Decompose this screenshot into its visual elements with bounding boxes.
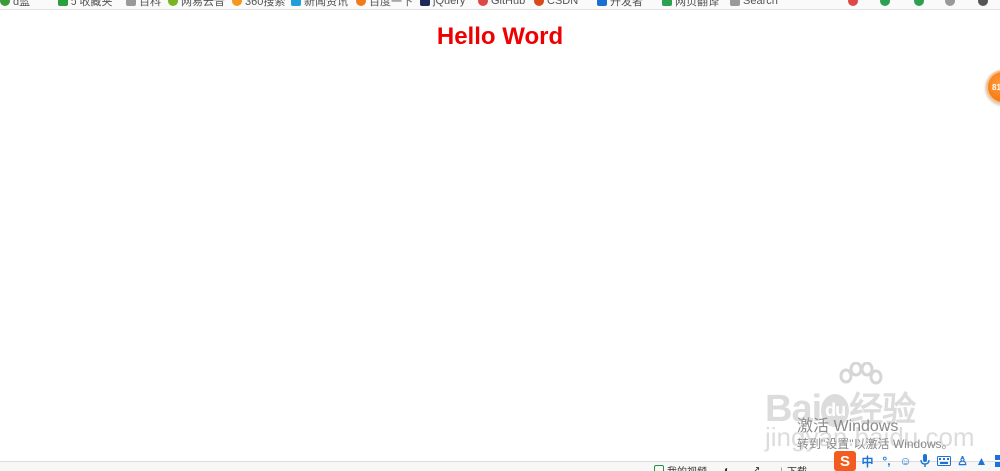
bookmark-label: Search	[743, 0, 778, 7]
extension-icon	[945, 0, 955, 6]
bookmark-item[interactable]: 网易云音	[168, 0, 225, 8]
bookmark-item[interactable]: Search	[730, 0, 778, 8]
bookmark-item[interactable]: d篮	[0, 0, 30, 8]
brand-text-b: 经验	[849, 391, 916, 429]
bookmark-item[interactable]: jQuery	[420, 0, 465, 8]
bookmark-item[interactable]: 百科	[126, 0, 161, 8]
bookmark-label: CSDN	[547, 0, 579, 7]
extension-icon[interactable]	[880, 0, 890, 8]
emoji-icon[interactable]: ☺	[898, 453, 913, 469]
bookmark-label: 网页翻译	[675, 0, 719, 8]
bookmark-item[interactable]: ɔ 收藏夹	[58, 0, 113, 8]
baidu-paw-icon	[839, 362, 883, 385]
bookmark-label: jQuery	[433, 0, 466, 7]
bookmark-favicon-icon	[730, 0, 740, 6]
download-button[interactable]: ↓ 下载	[779, 463, 807, 471]
user-icon[interactable]: ♙	[955, 453, 970, 469]
skin-icon[interactable]: ▲	[974, 453, 989, 469]
bookmark-favicon-icon	[478, 0, 488, 6]
page-heading: Hello Word	[436, 23, 564, 50]
bookmark-favicon-icon	[534, 0, 544, 6]
bookmark-item[interactable]: 开发者	[597, 0, 643, 8]
ime-mode-button[interactable]: 中	[860, 453, 875, 469]
bookmark-label: 百科	[139, 0, 161, 8]
ime-toolbar: S 中 °, ☺ ♙ ▲	[834, 451, 1000, 471]
extension-icon	[880, 0, 890, 6]
baidu-brand: Bai du 经验	[765, 382, 916, 431]
toolbox-grid-icon[interactable]	[993, 453, 1000, 469]
bookmark-favicon-icon	[0, 0, 10, 6]
punctuation-icon[interactable]: °,	[879, 453, 894, 469]
share-icon: ↗	[752, 464, 761, 471]
menu-grid-icon	[978, 0, 988, 6]
bookmark-item[interactable]: GitHub	[478, 0, 525, 8]
bookmark-label: 新闻资讯	[304, 0, 348, 8]
video-icon	[654, 465, 664, 471]
brand-du: du	[821, 394, 850, 428]
bookmark-label: d篮	[13, 0, 31, 8]
status-tool-button[interactable]: ◐	[724, 463, 730, 471]
activation-subtitle: 转到"设置"以激活 Windows。	[797, 437, 954, 451]
extension-icon[interactable]	[914, 0, 924, 8]
my-video-label: 我的视频	[667, 463, 707, 471]
microphone-icon[interactable]	[917, 453, 932, 469]
windows-activation-notice: 激活 Windows 转到"设置"以激活 Windows。	[797, 418, 954, 451]
bookmark-item[interactable]: 百度一下	[356, 0, 413, 8]
bookmark-favicon-icon	[126, 0, 136, 6]
bookmark-label: 开发者	[610, 0, 643, 8]
download-label: 下载	[787, 463, 807, 471]
bookmark-favicon-icon	[356, 0, 366, 6]
sogou-logo-icon[interactable]: S	[834, 451, 856, 471]
bookmark-favicon-icon	[597, 0, 607, 6]
speaker-icon: ◐	[724, 464, 731, 471]
bookmark-favicon-icon	[168, 0, 178, 6]
watermark-url: jingyan.baidu.com	[765, 422, 975, 452]
extension-icon[interactable]	[945, 0, 955, 8]
extension-icon	[914, 0, 924, 6]
bookmark-item[interactable]: 网页翻译	[662, 0, 719, 8]
bookmark-label: ɔ 收藏夹	[71, 0, 113, 8]
baidu-jingyan-watermark: Bai du 经验 jingyan.baidu.com	[765, 362, 975, 457]
bookmark-label: 百度一下	[369, 0, 413, 8]
bookmark-item[interactable]: 360搜索	[232, 0, 285, 8]
bookmark-item[interactable]: 新闻资讯	[291, 0, 348, 8]
bookmark-favicon-icon	[58, 0, 68, 6]
bookmark-favicon-icon	[662, 0, 672, 6]
extension-icon[interactable]	[848, 0, 858, 8]
bookmark-label: GitHub	[491, 0, 526, 7]
my-video-button[interactable]: 我的视频	[654, 463, 707, 471]
download-icon: ↓	[779, 464, 784, 471]
extension-icon	[848, 0, 858, 6]
floating-assistant-button[interactable]: 81	[986, 70, 1000, 104]
bookmark-favicon-icon	[420, 0, 430, 6]
floating-assistant-label: 81	[992, 82, 1000, 92]
bookmark-favicon-icon	[232, 0, 242, 6]
bookmark-favicon-icon	[291, 0, 301, 6]
bookmark-label: 网易云音	[181, 0, 225, 8]
bookmarks-bar: d篮 ɔ 收藏夹 百科 网易云音 360搜索 新闻资讯 百度一下 jQuery GitHub CS…	[0, 0, 1000, 10]
brand-text-a: Bai	[765, 388, 822, 430]
status-share-button[interactable]: ↗	[752, 463, 760, 471]
activation-title: 激活 Windows	[797, 418, 899, 435]
bookmark-label: 360搜索	[245, 0, 286, 8]
keyboard-icon[interactable]	[936, 453, 951, 469]
menu-grid-icon[interactable]	[978, 0, 988, 8]
bookmark-item[interactable]: CSDN	[534, 0, 578, 8]
